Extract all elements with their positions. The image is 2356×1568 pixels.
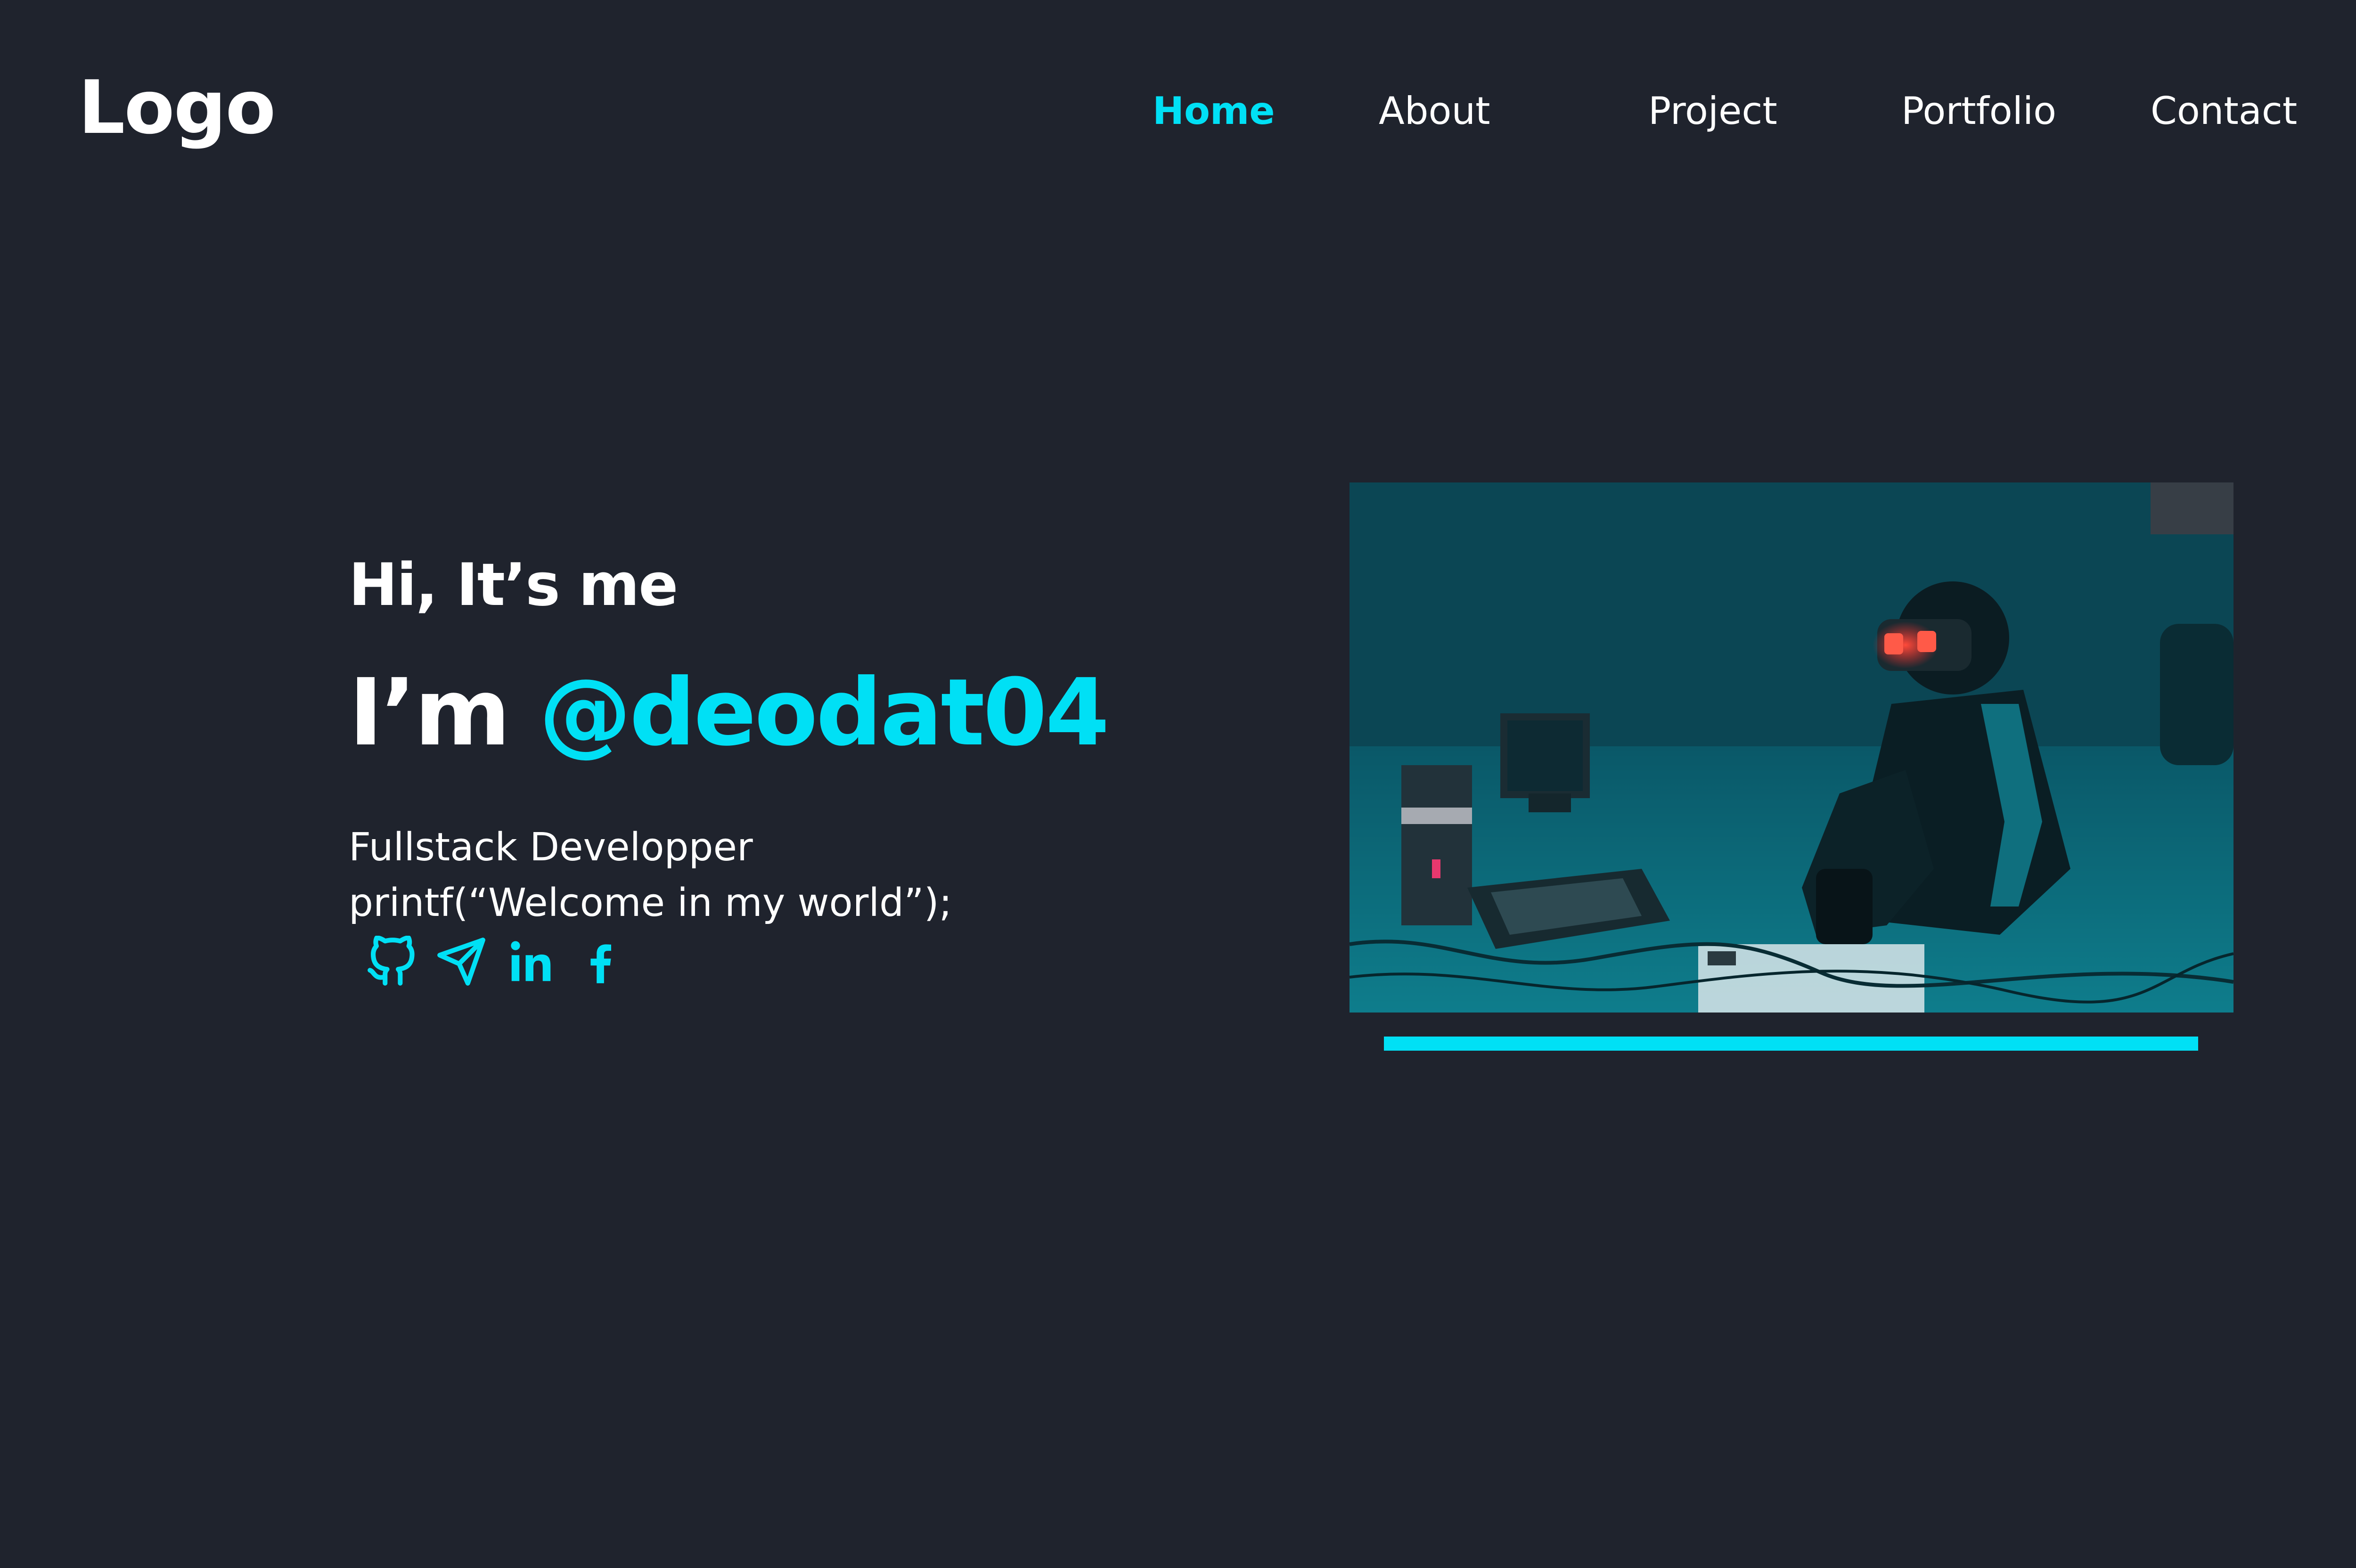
- linkedin-icon[interactable]: [505, 936, 557, 988]
- nav-portfolio[interactable]: Portfolio: [1901, 92, 2056, 130]
- hero-greeting: Hi, It’s me: [349, 551, 678, 619]
- hero-accent-bar: [1384, 1037, 2198, 1051]
- nav-home[interactable]: Home: [1153, 92, 1275, 130]
- nav-about[interactable]: About: [1379, 92, 1490, 130]
- send-icon[interactable]: [435, 936, 487, 988]
- logo[interactable]: Logo: [78, 71, 276, 144]
- social-links: [366, 936, 627, 988]
- hero-code-line: printf(“Welcome in my world”);: [349, 881, 952, 925]
- hero-role: Fullstack Developper: [349, 825, 753, 870]
- headline-handle: @deodat04: [539, 659, 1110, 767]
- headline-prefix: I’m: [349, 659, 511, 767]
- nav-project[interactable]: Project: [1648, 92, 1777, 130]
- facebook-icon[interactable]: [575, 936, 627, 988]
- hero-image: [1350, 482, 2233, 1013]
- hero-image-illustration: [1350, 482, 2233, 1013]
- nav-contact[interactable]: Contact: [2151, 92, 2297, 130]
- github-icon[interactable]: [366, 936, 417, 988]
- hero-headline: I’m @deodat04: [349, 667, 1110, 759]
